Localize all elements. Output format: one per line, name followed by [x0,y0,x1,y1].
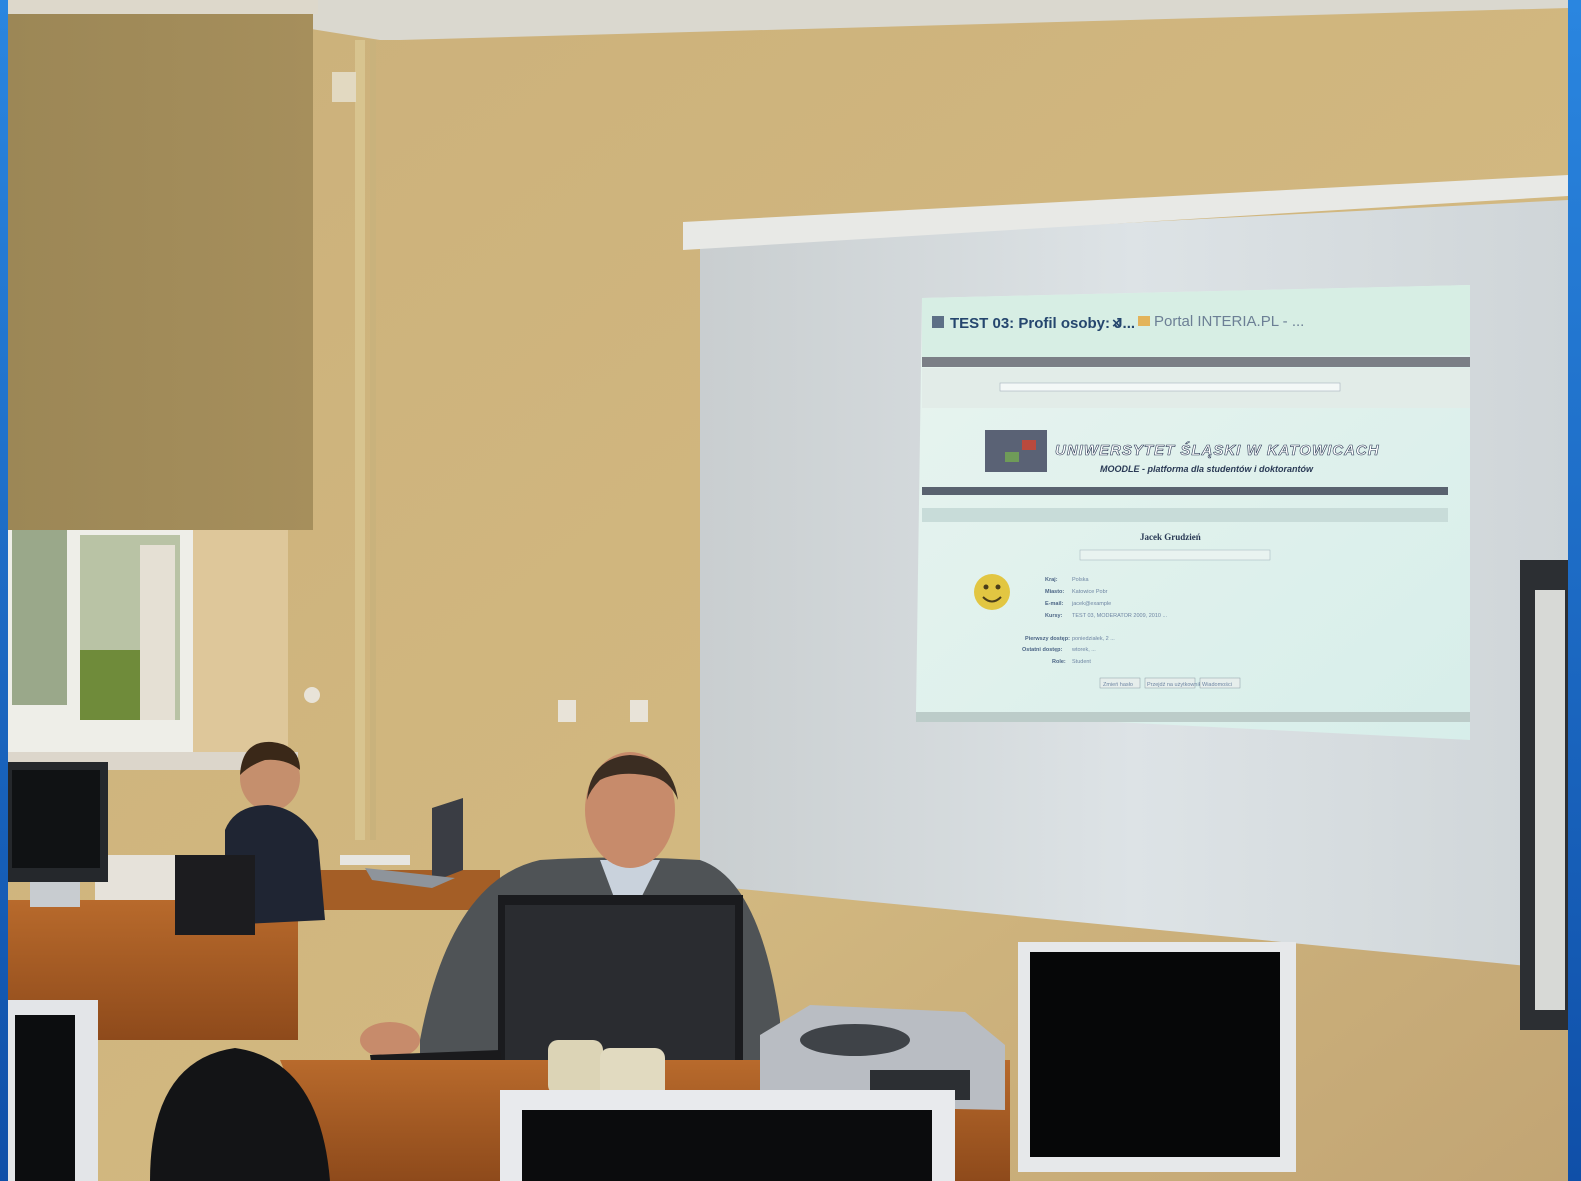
banner-subtitle: MOODLE - platforma dla studentów i dokto… [1100,464,1314,474]
window-building [140,545,175,720]
profile-tabs [1079,549,1271,561]
field-value: Polska [1072,577,1089,583]
wall-switch [304,687,320,703]
tab-active-label: TEST 03: Profil osoby: J... [950,315,1135,332]
wall-pipe [355,40,365,840]
field-value: Katowice Pobr [1072,589,1108,595]
wall-socket [558,700,576,722]
field-value: poniedziałek, 2 ... [1072,636,1115,642]
avatar-smiley [974,574,1010,610]
field-label: Kursy: [1045,613,1063,619]
wall-outlet [332,72,356,102]
field-label: Ostatni dostęp: [1022,647,1063,653]
field-label: Miasto: [1045,589,1064,595]
right-monitor-screen [1030,952,1280,1157]
profile-button-1-label: Zmień hasło [1103,682,1133,688]
banner-logo-red [1022,440,1036,450]
blind-roller [8,0,318,14]
projected-titlebar [922,357,1470,367]
right-cabinet-panel [1535,590,1565,1010]
profile-name: Jacek Grudzień [1140,532,1201,542]
field-label: Role: [1052,659,1066,665]
chair-back-woman [175,855,255,935]
left-monitor-bezel [12,770,100,868]
field-value: TEST 03, MODERATOR 2009, 2010 ... [1072,613,1168,619]
avatar-eye [995,584,1001,590]
banner-title: UNIWERSYTET ŚLĄSKI W KATOWICACH [1055,441,1380,459]
person-man-hand [360,1022,420,1058]
window-tree [80,650,140,720]
field-label: Pierwszy dostęp: [1025,636,1070,642]
tab-favicon [932,316,944,328]
classroom-photo: TEST 03: Profil osoby: J... × Portal INT… [0,0,1581,1181]
field-label: Kraj: [1045,577,1058,583]
field-value: Student [1072,659,1091,665]
projected-taskbar [916,712,1470,722]
projector-panel [800,1024,910,1056]
profile-button-3-label: Wiadomości [1202,682,1232,688]
banner-logo-tiles [985,430,1047,472]
field-value: wtorek, ... [1071,647,1096,653]
wall-socket [630,700,648,722]
tab-favicon-2 [1138,316,1150,326]
banner-divider [922,487,1448,495]
left-monitor-stand [30,882,80,907]
roller-blind [8,10,313,530]
papers [340,855,410,865]
wall-pipe [370,40,376,840]
banner-logo-green [1005,452,1019,462]
front-monitor-screen [522,1110,932,1181]
profile-button-2-label: Przejdź na użytkownika [1147,682,1205,688]
window-glass-left [12,510,67,705]
breadcrumb-bar [922,508,1448,522]
front-left-monitor-screen [15,1015,75,1181]
avatar-eye [983,584,989,590]
tab-close-icon: × [1112,315,1121,332]
field-value: jacek@example [1071,601,1111,607]
projected-address-bar [999,382,1341,392]
field-label: E-mail: [1045,601,1064,607]
tab-other-label: Portal INTERIA.PL - ... [1154,313,1304,330]
speaker-left [548,1040,603,1095]
laptop-screen [432,798,463,882]
